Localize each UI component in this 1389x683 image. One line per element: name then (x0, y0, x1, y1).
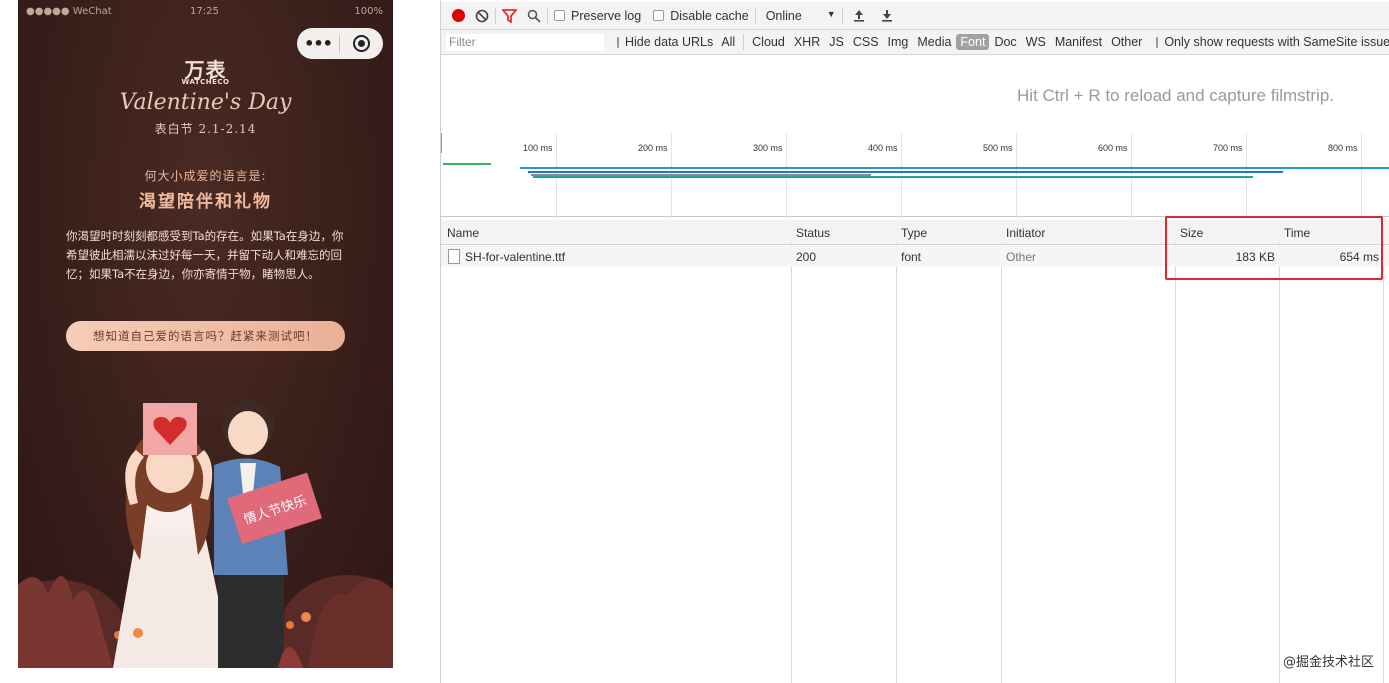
timeline-bar (443, 163, 491, 165)
requests-table: Name Status Type Initiator Size Time SH-… (441, 220, 1389, 683)
type-filter-manifest[interactable]: Manifest (1051, 34, 1106, 50)
timeline-bar (520, 167, 1389, 169)
tick-label: 100 ms (523, 143, 553, 153)
type-filter-xhr[interactable]: XHR (790, 34, 824, 50)
filter-divider (743, 34, 745, 50)
more-dots-icon[interactable]: ••• (297, 34, 339, 53)
type-filter-cloud[interactable]: Cloud (748, 34, 789, 50)
column-header-type[interactable]: Type (901, 226, 927, 240)
samesite-checkbox[interactable] (1156, 36, 1159, 48)
preserve-log-label: Preserve log (571, 8, 642, 23)
network-toolbar: Preserve log Disable cache Online ▼ (441, 2, 1389, 30)
status-bar: ●●●●● WeChat 17:25 100% (18, 6, 393, 20)
battery-label: 100% (354, 6, 383, 17)
type-filter-other[interactable]: Other (1107, 34, 1146, 50)
samesite-label: Only show requests with SameSite issues (1164, 35, 1389, 49)
filmstrip-message: Hit Ctrl + R to reload and capture films… (1017, 86, 1334, 105)
start-test-button[interactable]: 想知道自己爱的语言吗？赶紧来测试吧！ (66, 321, 345, 351)
timeline-start-line (441, 133, 442, 153)
result-answer: 渴望陪伴和礼物 (139, 192, 272, 212)
tick-line (1361, 133, 1362, 217)
carrier-label: ●●●●● WeChat (26, 6, 112, 17)
request-type: font (901, 250, 922, 264)
tick-line (901, 133, 902, 217)
tick-label: 600 ms (1098, 143, 1128, 153)
chevron-down-icon: ▼ (826, 8, 836, 19)
watermark: @掘金技术社区 (1282, 655, 1374, 670)
request-initiator: Other (1006, 250, 1037, 264)
column-divider (791, 220, 792, 683)
filter-icon[interactable] (502, 5, 517, 27)
tick-line (1131, 133, 1132, 217)
throttling-select[interactable]: Online ▼ (766, 9, 836, 23)
toolbar-divider (841, 7, 843, 24)
column-divider (1383, 220, 1384, 683)
size-time-highlight-box (1165, 216, 1383, 280)
toolbar-divider (547, 7, 548, 24)
tick-label: 200 ms (638, 143, 668, 153)
export-har-icon[interactable] (881, 5, 893, 27)
target-close-icon[interactable] (340, 35, 382, 52)
status-time: 17:25 (190, 6, 219, 17)
tick-label: 300 ms (753, 143, 783, 153)
request-name: SH-for-valentine.ttf (465, 250, 566, 264)
record-icon[interactable] (452, 9, 465, 22)
hide-data-urls-checkbox[interactable] (617, 36, 619, 48)
timeline-overview: 100 ms 200 ms 300 ms 400 ms 500 ms 600 m… (441, 133, 1389, 217)
type-filter-ws[interactable]: WS (1022, 34, 1050, 50)
type-filter-font[interactable]: Font (956, 34, 990, 50)
column-header-name[interactable]: Name (447, 226, 479, 240)
toolbar-divider (754, 7, 756, 24)
disable-cache-label: Disable cache (670, 8, 749, 23)
column-divider (896, 220, 897, 683)
clear-icon[interactable] (475, 5, 489, 27)
screenshot: ●●●●● WeChat 17:25 100% ••• 万表 WATCHECO … (0, 0, 1389, 683)
column-divider (1001, 220, 1002, 683)
type-filter-media[interactable]: Media (913, 34, 955, 50)
type-filter-js[interactable]: JS (825, 34, 848, 50)
result-description: 你渴望时时刻刻都感受到Ta的存在。如果Ta在身边，你希望彼此相濡以沫过好每一天，… (66, 229, 344, 281)
tick-label: 800 ms (1328, 143, 1358, 153)
preserve-log-checkbox[interactable] (554, 10, 565, 21)
file-icon (448, 249, 460, 264)
hide-data-urls-label: Hide data URLs (625, 35, 714, 49)
type-filter-doc[interactable]: Doc (990, 34, 1020, 50)
filter-bar: Hide data URLs All Cloud XHR JS CSS Img … (441, 30, 1389, 55)
column-divider (1175, 220, 1176, 683)
result-question: 何大小成爱的语言是: (144, 169, 267, 183)
type-filter-all[interactable]: All (717, 34, 739, 50)
search-icon[interactable] (527, 5, 541, 27)
request-status: 200 (796, 250, 817, 264)
wechat-mini-program-preview: ●●●●● WeChat 17:25 100% ••• 万表 WATCHECO … (18, 0, 393, 668)
devtools-network-panel: Preserve log Disable cache Online ▼ Hide… (440, 0, 1389, 683)
throttling-value: Online (765, 8, 802, 23)
column-header-initiator[interactable]: Initiator (1006, 226, 1045, 240)
tick-label: 500 ms (983, 143, 1013, 153)
column-divider (1279, 220, 1280, 683)
type-filter-img[interactable]: Img (884, 34, 913, 50)
event-dates: 表白节 2.1-2.14 (154, 122, 257, 136)
tick-label: 700 ms (1213, 143, 1243, 153)
timeline-bar (528, 171, 1283, 173)
toolbar-divider (495, 7, 496, 24)
import-har-icon[interactable] (853, 5, 865, 27)
tick-label: 400 ms (868, 143, 898, 153)
tick-line (1016, 133, 1017, 217)
tick-line (1246, 133, 1247, 217)
page-title: Valentine's Day (119, 90, 292, 115)
couple-illustration: 情人节快乐 (18, 399, 393, 668)
timeline-bar (533, 176, 1253, 178)
brand-logo-en: WATCHECO (181, 78, 230, 86)
column-header-status[interactable]: Status (796, 226, 830, 240)
filter-input[interactable] (445, 32, 605, 52)
disable-cache-checkbox[interactable] (653, 10, 665, 21)
type-filter-css[interactable]: CSS (849, 34, 883, 50)
